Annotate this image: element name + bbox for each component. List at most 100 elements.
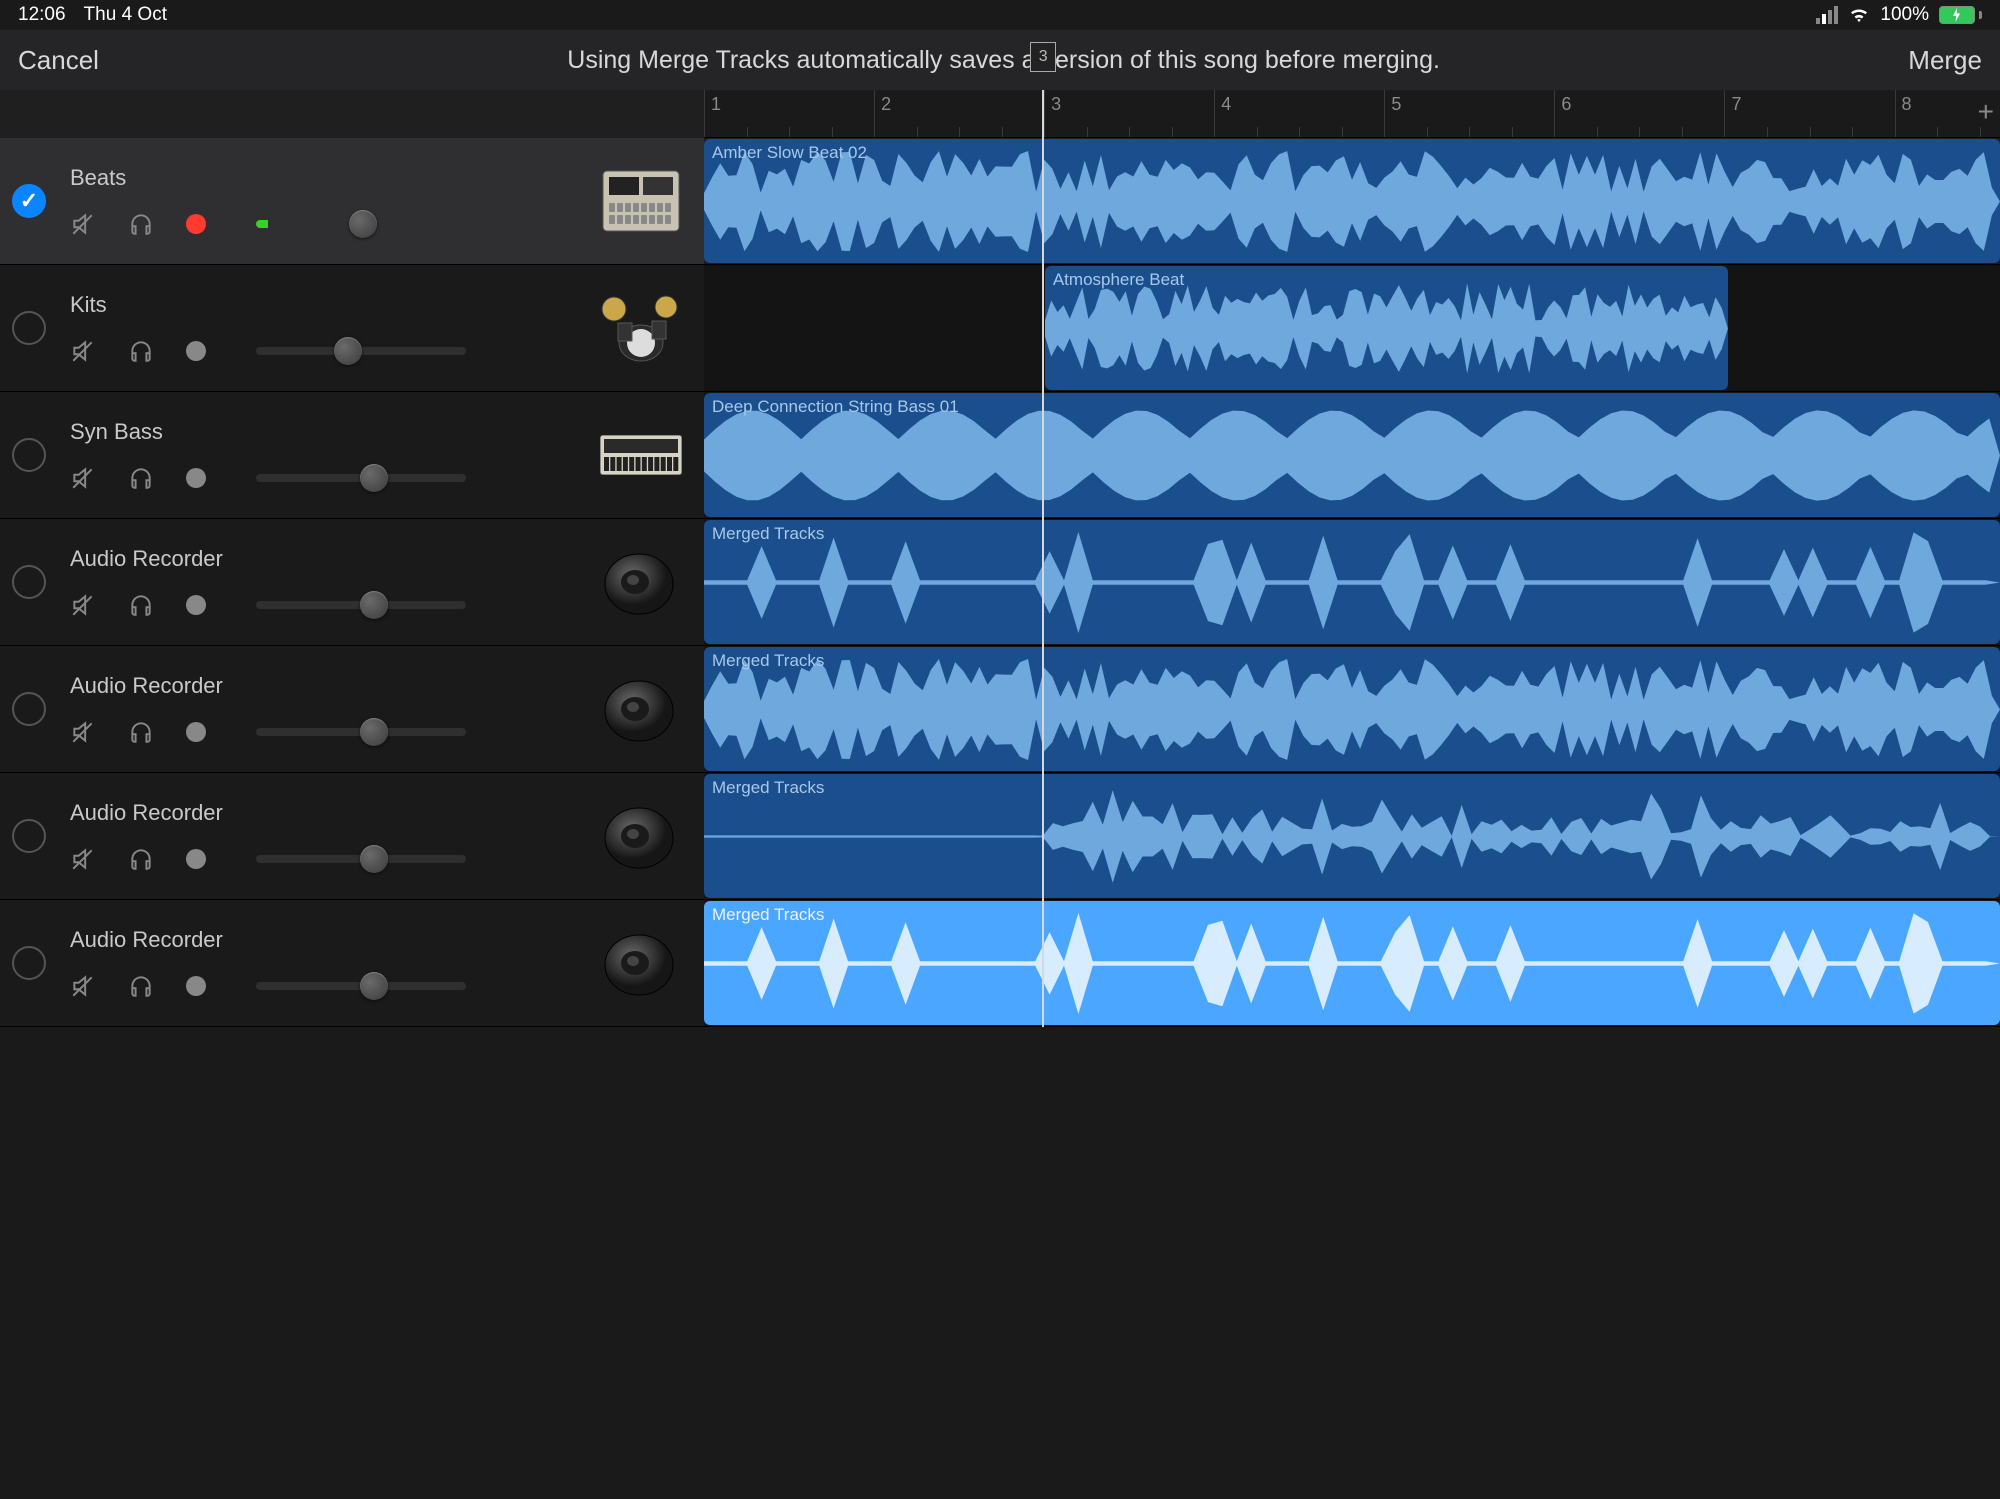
instrument-icon[interactable] — [598, 539, 684, 625]
ruler-bar-mark: 5 — [1384, 90, 1401, 137]
track-select-toggle[interactable] — [12, 692, 46, 726]
mute-icon[interactable] — [70, 973, 96, 999]
headphones-icon[interactable] — [128, 719, 154, 745]
ruler-bar-mark: 8 — [1895, 90, 1912, 137]
instrument-icon[interactable] — [598, 793, 684, 879]
mute-icon[interactable] — [70, 338, 96, 364]
nav-bar: Cancel Using Merge Tracks automatically … — [0, 30, 2000, 90]
cellular-signal-icon — [1816, 6, 1838, 24]
region-label: Merged Tracks — [712, 905, 824, 925]
track-name-label: Audio Recorder — [70, 546, 598, 572]
region-label: Amber Slow Beat 02 — [712, 143, 867, 163]
cancel-button[interactable]: Cancel — [18, 45, 99, 76]
track-select-toggle[interactable] — [12, 946, 46, 980]
ruler-bar-mark: 1 — [704, 90, 721, 137]
statusbar-time: 12:06 — [18, 4, 66, 26]
track-select-toggle[interactable] — [12, 311, 46, 345]
timeline-lane[interactable]: Merged Tracks — [704, 900, 2000, 1027]
mute-icon[interactable] — [70, 592, 96, 618]
wifi-icon — [1848, 7, 1870, 23]
instrument-icon[interactable] — [598, 158, 684, 244]
volume-slider[interactable] — [256, 220, 466, 228]
volume-slider[interactable] — [256, 474, 466, 482]
track-select-toggle[interactable] — [12, 819, 46, 853]
track-select-toggle[interactable] — [12, 438, 46, 472]
status-bar: 12:06 Thu 4 Oct 100% — [0, 0, 2000, 30]
audio-region[interactable]: Merged Tracks — [704, 774, 2000, 898]
instrument-icon[interactable] — [598, 666, 684, 752]
audio-region[interactable]: Merged Tracks — [704, 520, 2000, 644]
timeline-lane[interactable]: Merged Tracks — [704, 773, 2000, 900]
volume-slider[interactable] — [256, 982, 466, 990]
volume-slider[interactable] — [256, 347, 466, 355]
track-row[interactable]: ✓ Beats — [0, 138, 704, 265]
ruler-bar-mark: 6 — [1554, 90, 1571, 137]
battery-percent: 100% — [1880, 4, 1929, 26]
headphones-icon[interactable] — [128, 973, 154, 999]
battery-icon — [1939, 6, 1982, 24]
region-label: Deep Connection String Bass 01 — [712, 397, 959, 417]
instrument-icon[interactable] — [598, 412, 684, 498]
audio-region[interactable]: Merged Tracks — [704, 647, 2000, 771]
statusbar-date: Thu 4 Oct — [84, 4, 167, 26]
track-select-toggle[interactable] — [12, 565, 46, 599]
track-row[interactable]: Audio Recorder — [0, 519, 704, 646]
record-enable-toggle[interactable] — [186, 722, 206, 742]
region-label: Merged Tracks — [712, 524, 824, 544]
track-row[interactable]: Audio Recorder — [0, 773, 704, 900]
record-enable-toggle[interactable] — [186, 468, 206, 488]
track-row[interactable]: Audio Recorder — [0, 900, 704, 1027]
track-name-label: Audio Recorder — [70, 673, 598, 699]
track-name-label: Beats — [70, 165, 598, 191]
track-name-label: Audio Recorder — [70, 927, 598, 953]
region-label: Merged Tracks — [712, 778, 824, 798]
track-row[interactable]: Kits — [0, 265, 704, 392]
record-enable-toggle[interactable] — [186, 976, 206, 996]
audio-region[interactable]: Atmosphere Beat — [1045, 266, 1728, 390]
record-enable-toggle[interactable] — [186, 595, 206, 615]
ruler-bar-mark: 3 — [1044, 90, 1061, 137]
ruler-bar-mark: 7 — [1724, 90, 1741, 137]
mute-icon[interactable] — [70, 465, 96, 491]
playhead-flag[interactable]: 3 — [1030, 42, 1056, 72]
volume-slider[interactable] — [256, 601, 466, 609]
headphones-icon[interactable] — [128, 592, 154, 618]
mute-icon[interactable] — [70, 211, 96, 237]
audio-region[interactable]: Amber Slow Beat 02 — [704, 139, 2000, 263]
timeline-lane[interactable]: Amber Slow Beat 02 — [704, 138, 2000, 265]
track-row[interactable]: Audio Recorder — [0, 646, 704, 773]
record-enable-toggle[interactable] — [186, 849, 206, 869]
instrument-icon[interactable] — [598, 285, 684, 371]
ruler-bar-mark: 2 — [874, 90, 891, 137]
headphones-icon[interactable] — [128, 465, 154, 491]
timeline-lane[interactable]: Atmosphere Beat — [704, 265, 2000, 392]
playhead[interactable]: 3 — [1042, 90, 1044, 1027]
volume-slider[interactable] — [256, 855, 466, 863]
track-name-label: Syn Bass — [70, 419, 598, 445]
ruler-bar-mark: 4 — [1214, 90, 1231, 137]
timeline-lane[interactable]: Merged Tracks — [704, 519, 2000, 646]
region-label: Atmosphere Beat — [1053, 270, 1184, 290]
track-name-label: Kits — [70, 292, 598, 318]
add-track-button[interactable]: + — [1978, 96, 1994, 128]
record-enable-toggle[interactable] — [186, 341, 206, 361]
track-select-toggle[interactable]: ✓ — [12, 184, 46, 218]
navbar-title: Using Merge Tracks automatically saves a… — [567, 46, 1440, 75]
audio-region[interactable]: Merged Tracks — [704, 901, 2000, 1025]
volume-slider[interactable] — [256, 728, 466, 736]
record-enable-toggle[interactable] — [186, 214, 206, 234]
headphones-icon[interactable] — [128, 338, 154, 364]
mute-icon[interactable] — [70, 719, 96, 745]
track-row[interactable]: Syn Bass — [0, 392, 704, 519]
track-name-label: Audio Recorder — [70, 800, 598, 826]
timeline-ruler[interactable]: + 1 2 3 4 5 6 7 8 — [704, 90, 2000, 138]
merge-button[interactable]: Merge — [1908, 45, 1982, 76]
instrument-icon[interactable] — [598, 920, 684, 1006]
timeline-lane[interactable]: Merged Tracks — [704, 646, 2000, 773]
timeline-lane[interactable]: Deep Connection String Bass 01 — [704, 392, 2000, 519]
mute-icon[interactable] — [70, 846, 96, 872]
audio-region[interactable]: Deep Connection String Bass 01 — [704, 393, 2000, 517]
headphones-icon[interactable] — [128, 211, 154, 237]
headphones-icon[interactable] — [128, 846, 154, 872]
region-label: Merged Tracks — [712, 651, 824, 671]
